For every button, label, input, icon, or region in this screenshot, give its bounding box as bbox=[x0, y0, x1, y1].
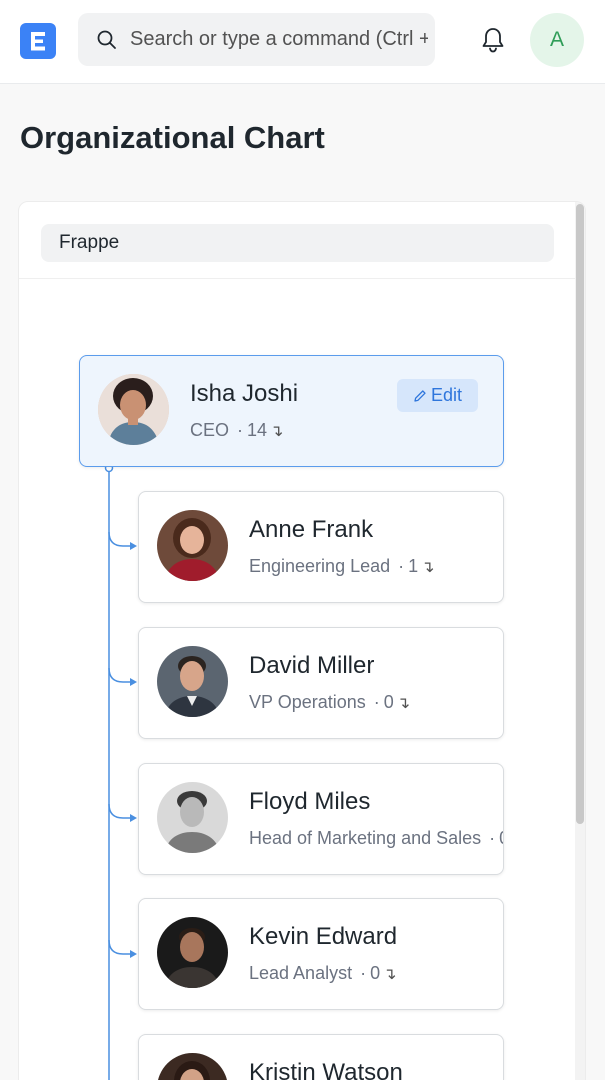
org-node-kristin-watson[interactable]: Kristin Watson bbox=[138, 1034, 504, 1080]
employee-name: Kevin Edward bbox=[249, 923, 398, 950]
search-icon bbox=[97, 30, 116, 49]
edit-button-label: Edit bbox=[430, 385, 463, 405]
employee-name: Anne Frank bbox=[249, 516, 374, 543]
employee-designation: VP Operations bbox=[249, 692, 366, 712]
pencil-icon bbox=[414, 389, 426, 402]
search-bar[interactable] bbox=[78, 13, 435, 66]
employee-photo bbox=[157, 1053, 228, 1080]
logo-e-icon bbox=[31, 32, 45, 51]
app-logo[interactable] bbox=[20, 23, 56, 59]
employee-meta: Engineering Lead · 1 ↴ bbox=[249, 556, 435, 576]
reports-count: 0 bbox=[383, 692, 394, 712]
company-select[interactable]: Frappe bbox=[41, 224, 554, 262]
employee-designation: Engineering Lead bbox=[249, 556, 391, 576]
search-input[interactable] bbox=[130, 13, 428, 66]
org-node-anne-frank[interactable]: Anne Frank Engineering Lead · 1 ↴ bbox=[138, 491, 504, 603]
employee-designation: CEO bbox=[190, 420, 230, 440]
reports-arrow-icon: ↴ bbox=[383, 966, 397, 983]
edit-button[interactable]: Edit bbox=[397, 379, 478, 412]
org-node-floyd-miles[interactable]: Floyd Miles Head of Marketing and Sales ·… bbox=[138, 763, 504, 875]
reports-count: 0 bbox=[370, 963, 381, 983]
employee-meta: CEO · 14 ↴ bbox=[190, 420, 284, 440]
org-node-kevin-edward[interactable]: Kevin Edward Lead Analyst · 0 ↴ bbox=[138, 898, 504, 1010]
reports-count: 0 bbox=[499, 828, 503, 848]
reports-count: 14 bbox=[247, 420, 268, 440]
reports-arrow-icon: ↴ bbox=[396, 695, 411, 712]
employee-designation: Lead Analyst bbox=[249, 963, 353, 983]
org-node-david-miller[interactable]: David Miller VP Operations · 0 ↴ bbox=[138, 627, 504, 739]
page-title: Organizational Chart bbox=[20, 120, 325, 155]
employee-photo bbox=[157, 510, 228, 581]
scrollbar-thumb[interactable] bbox=[576, 204, 584, 824]
employee-photo bbox=[157, 782, 228, 853]
org-node-root[interactable]: Isha Joshi CEO · 14 ↴ Edit bbox=[79, 355, 504, 467]
employee-name: Kristin Watson bbox=[249, 1059, 403, 1080]
employee-photo bbox=[157, 917, 228, 988]
navbar: A bbox=[0, 0, 605, 84]
employee-meta: Head of Marketing and Sales·0↴ bbox=[249, 828, 503, 849]
user-avatar[interactable]: A bbox=[530, 13, 584, 67]
divider bbox=[19, 278, 577, 279]
reports-arrow-icon: ↴ bbox=[421, 559, 435, 576]
employee-photo bbox=[98, 374, 169, 445]
employee-designation: Head of Marketing and Sales bbox=[249, 828, 482, 848]
scrollbar[interactable] bbox=[575, 202, 585, 1080]
employee-meta: VP Operations · 0 ↴ bbox=[249, 692, 411, 712]
reports-arrow-icon: ↴ bbox=[270, 423, 284, 440]
employee-name: Isha Joshi bbox=[190, 380, 299, 407]
employee-photo bbox=[157, 646, 228, 717]
employee-name: Floyd Miles bbox=[249, 788, 371, 815]
reports-count: 1 bbox=[408, 556, 419, 576]
employee-name: David Miller bbox=[249, 652, 375, 679]
notification-bell-icon[interactable] bbox=[480, 26, 506, 54]
employee-meta: Lead Analyst · 0 ↴ bbox=[249, 963, 397, 983]
